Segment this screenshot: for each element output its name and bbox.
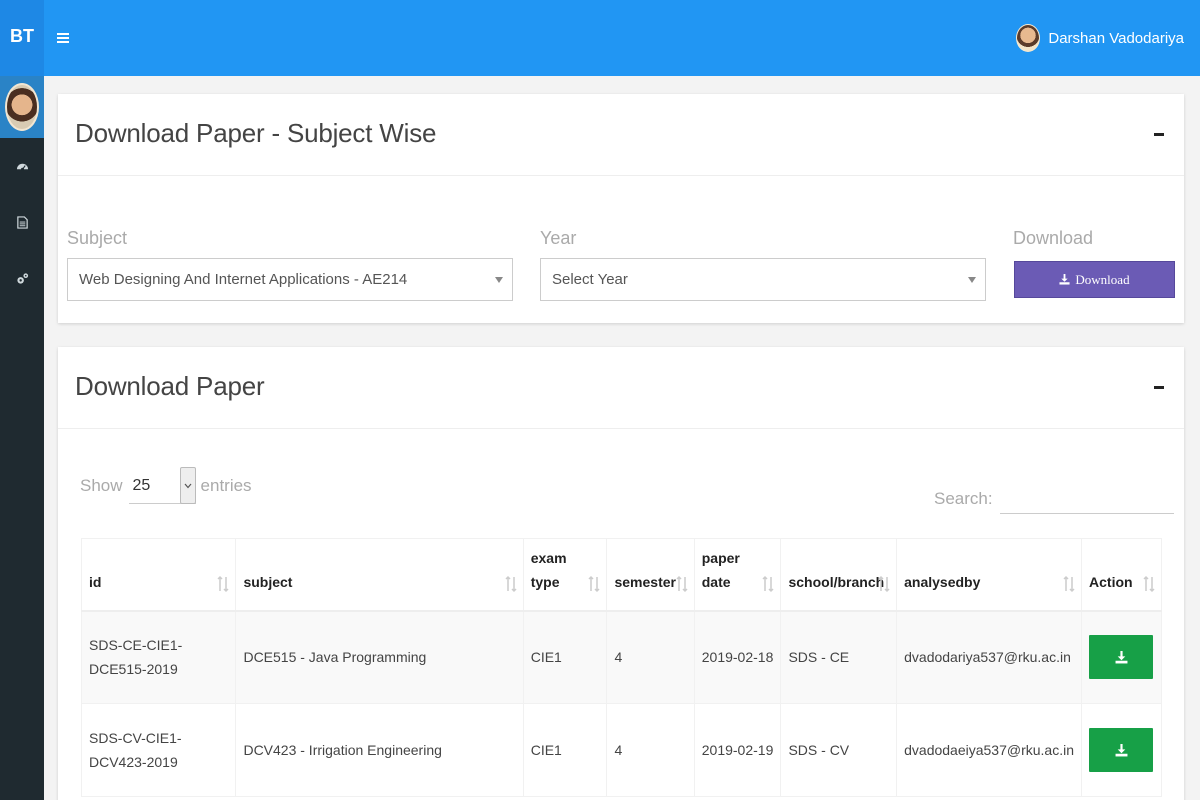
column-header-action[interactable]: Action [1081,538,1162,612]
column-header-exam-type[interactable]: exam type [522,538,608,612]
column-header-analysedby[interactable]: analysedby [896,538,1083,612]
row-download-button[interactable] [1089,728,1154,772]
cell-analysedby: dvadodaeiya537@rku.ac.in [896,703,1083,797]
download-icon [1115,743,1127,756]
subject-label: Subject [67,228,128,248]
cell-id: SDS-CE-CIE1- DCE515-2019 [80,610,237,704]
cell-subject: DCV423 - Irrigation Engineering [235,703,524,797]
download-button-label: Download [1075,271,1130,287]
column-header-school-branch[interactable]: school/branch [780,538,898,612]
row-download-button[interactable] [1089,635,1154,680]
cell-semester: 4 [606,610,695,704]
page-title: Download Paper - Subject Wise [75,118,437,148]
table-row: SDS-CV-CIE1- DCV423-2019 DCV423 - Irrigat… [80,703,1162,797]
search-input[interactable] [999,483,1174,514]
sort-icon [505,575,517,592]
table-row: SDS-CE-CIE1- DCE515-2019 DCE515 - Java Pr… [80,610,1162,704]
avatar [5,83,39,131]
cell-action [1081,703,1162,797]
user-avatar [1016,24,1041,52]
sort-icon [1063,575,1075,592]
sort-icon [217,575,229,592]
sort-icon [588,575,601,592]
sidebar-item-settings[interactable] [0,250,44,306]
sidebar [0,76,44,800]
user-name: Darshan Vadodariya [1048,29,1184,47]
column-header-subject[interactable]: subject [235,538,524,612]
download-icon [1059,274,1070,285]
card-header: Download Paper [58,347,1184,429]
sidebar-item-dashboard[interactable] [0,138,44,194]
cell-school-branch: SDS - CE [780,610,898,704]
caret-down-icon [968,277,976,283]
year-select[interactable]: Select Year [540,258,986,301]
cell-school-branch: SDS - CV [780,703,898,797]
collapse-button[interactable] [1152,122,1166,146]
brand-logo[interactable]: BT [0,0,44,76]
cell-semester: 4 [606,703,695,797]
card-header: Download Paper - Subject Wise [58,94,1184,176]
sort-icon [762,575,774,592]
show-entries: Show 25 entries [80,467,252,504]
top-navbar: BT Darshan Vadodariya [0,0,1200,76]
user-menu[interactable]: Darshan Vadodariya [1016,20,1184,56]
hamburger-icon [57,33,69,43]
column-header-semester[interactable]: semester [606,538,695,612]
cell-id: SDS-CV-CIE1- DCV423-2019 [80,703,237,797]
settings-icon [16,272,28,284]
download-icon [1115,650,1127,664]
column-header-id[interactable]: id [80,538,237,612]
chevron-down-icon [179,467,196,504]
cell-paper-date: 2019-02-19 [693,703,782,797]
cell-exam-type: CIE1 [522,703,608,797]
sort-icon [1143,575,1155,592]
search-label: Search: [934,488,993,508]
subject-select-value: Web Designing And Internet Applications … [79,271,408,288]
year-label: Year [540,228,577,248]
table-search: Search: [934,483,1174,514]
sort-icon [878,575,890,592]
show-label: Show [80,475,123,495]
subject-wise-card: Download Paper - Subject Wise Subject We… [58,94,1184,323]
entries-select[interactable]: 25 [128,467,196,504]
sort-icon [676,575,688,592]
entries-value: 25 [132,477,151,494]
menu-toggle-button[interactable] [54,26,72,50]
cell-paper-date: 2019-02-18 [693,610,782,704]
table-header-row: id subject exam type semester paper date s… [80,538,1162,612]
cell-analysedby: dvadodariya537@rku.ac.in [896,610,1083,704]
download-paper-card: Download Paper Show 25 entries Search: i… [58,347,1184,800]
cell-subject: DCE515 - Java Programming [235,610,524,704]
cell-exam-type: CIE1 [522,610,608,704]
collapse-button[interactable] [1152,375,1166,399]
subject-select[interactable]: Web Designing And Internet Applications … [67,258,513,301]
download-button[interactable]: Download [1014,261,1175,298]
sidebar-profile[interactable] [0,76,44,138]
column-header-paper-date[interactable]: paper date [693,538,782,612]
cell-action [1081,610,1162,704]
caret-down-icon [495,277,503,283]
dashboard-icon [16,163,28,171]
document-icon [16,215,28,229]
download-label: Download [1013,228,1094,248]
section-title: Download Paper [75,371,265,401]
papers-table: id subject exam type semester paper date s… [80,538,1162,797]
year-select-value: Select Year [552,271,628,288]
entries-label: entries [200,475,252,495]
sidebar-item-documents[interactable] [0,194,44,250]
